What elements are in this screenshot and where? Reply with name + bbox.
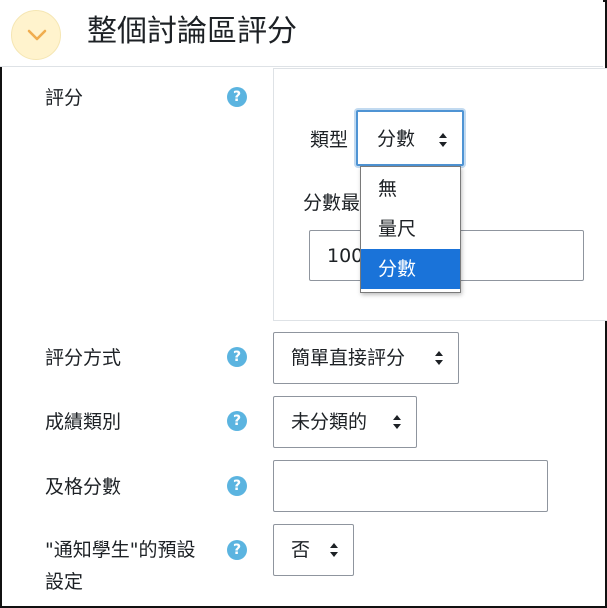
grading-method-select[interactable]: 簡單直接評分 xyxy=(273,332,459,384)
grading-method-value: 簡單直接評分 xyxy=(291,347,406,369)
section-header: 整個討論區評分 xyxy=(0,0,603,67)
grade-help-icon[interactable]: ? xyxy=(227,87,247,107)
max-grade-label: 分數最 xyxy=(303,192,361,214)
notify-students-label-line2: 設定 xyxy=(45,571,84,593)
grade-type-value: 分數 xyxy=(377,128,416,150)
notify-students-value: 否 xyxy=(291,539,311,561)
notify-students-label: "通知學生"的預設 xyxy=(45,539,196,561)
select-arrows-icon xyxy=(439,133,447,147)
select-arrows-icon xyxy=(393,415,401,429)
grade-type-dropdown: 無 量尺 分數 xyxy=(360,166,461,293)
grade-category-value: 未分類的 xyxy=(291,411,368,433)
grading-method-label: 評分方式 xyxy=(45,347,122,369)
pass-grade-input[interactable] xyxy=(273,460,548,512)
grade-category-label: 成績類別 xyxy=(45,411,122,433)
option-scale[interactable]: 量尺 xyxy=(361,209,460,249)
grade-category-help-icon[interactable]: ? xyxy=(227,411,247,431)
select-arrows-icon xyxy=(435,351,443,365)
pass-grade-help-icon[interactable]: ? xyxy=(227,476,247,496)
grade-type-select[interactable]: 分數 xyxy=(356,110,464,166)
option-point[interactable]: 分數 xyxy=(361,249,460,289)
max-grade-value: 100 xyxy=(327,245,364,267)
notify-students-select[interactable]: 否 xyxy=(273,524,354,576)
grade-label: 評分 xyxy=(45,87,84,109)
section-title: 整個討論區評分 xyxy=(87,14,297,49)
notify-students-help-icon[interactable]: ? xyxy=(227,540,247,560)
grading-method-help-icon[interactable]: ? xyxy=(227,347,247,367)
select-arrows-icon xyxy=(330,543,338,557)
collapse-toggle-button[interactable] xyxy=(11,10,61,60)
grade-category-select[interactable]: 未分類的 xyxy=(273,396,417,448)
option-none[interactable]: 無 xyxy=(361,169,460,209)
pass-grade-label: 及格分數 xyxy=(45,476,122,498)
grade-type-label: 類型 xyxy=(310,129,349,151)
chevron-down-icon xyxy=(27,29,47,41)
